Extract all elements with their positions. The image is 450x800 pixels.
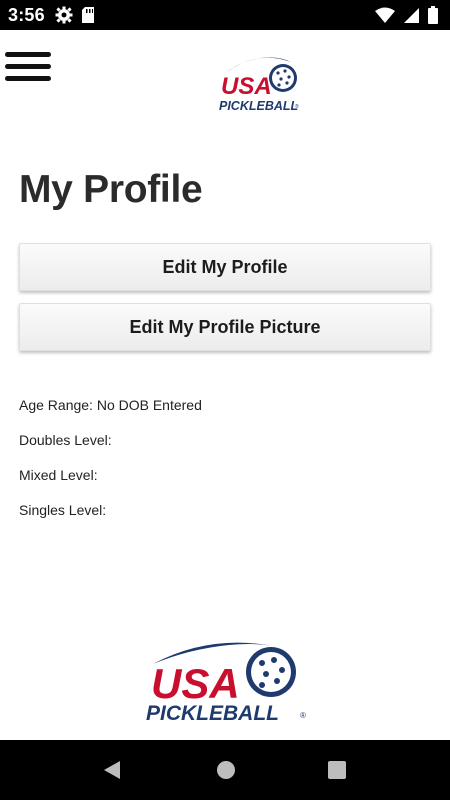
back-icon[interactable] — [102, 760, 122, 785]
settings-icon — [55, 6, 73, 29]
age-range-text: Age Range: No DOB Entered — [19, 397, 202, 413]
home-icon[interactable] — [216, 760, 236, 785]
system-nav-bar — [0, 740, 450, 800]
battery-icon — [428, 6, 438, 29]
mixed-level-text: Mixed Level: — [19, 467, 98, 483]
header-logo-pickleball: PICKLEBALL — [219, 99, 298, 113]
app-header: USA PICKLEBALL ® — [0, 30, 450, 130]
footer-logo-registered-mark: ® — [300, 711, 306, 720]
header-logo-usa: USA — [221, 73, 272, 100]
footer-logo-pickleball: PICKLEBALL — [146, 702, 279, 725]
edit-profile-picture-button[interactable]: Edit My Profile Picture — [19, 303, 431, 351]
edit-profile-button[interactable]: Edit My Profile — [19, 243, 431, 291]
status-bar: 3:56 — [0, 0, 450, 30]
usa-pickleball-logo: USA PICKLEBALL ® — [217, 52, 301, 119]
signal-icon — [403, 7, 420, 29]
page-title: My Profile — [19, 168, 203, 211]
header-logo-registered-mark: ® — [295, 103, 299, 110]
footer-logo-usa: USA — [151, 660, 240, 707]
doubles-level-text: Doubles Level: — [19, 432, 112, 448]
sd-card-icon — [81, 6, 95, 29]
wifi-icon — [375, 7, 395, 29]
status-time: 3:56 — [8, 5, 45, 25]
hamburger-menu-icon[interactable] — [5, 52, 51, 84]
recents-icon[interactable] — [328, 761, 346, 784]
singles-level-text: Singles Level: — [19, 502, 107, 518]
footer-usa-pickleball-logo: USA PICKLEBALL ® — [143, 636, 308, 731]
